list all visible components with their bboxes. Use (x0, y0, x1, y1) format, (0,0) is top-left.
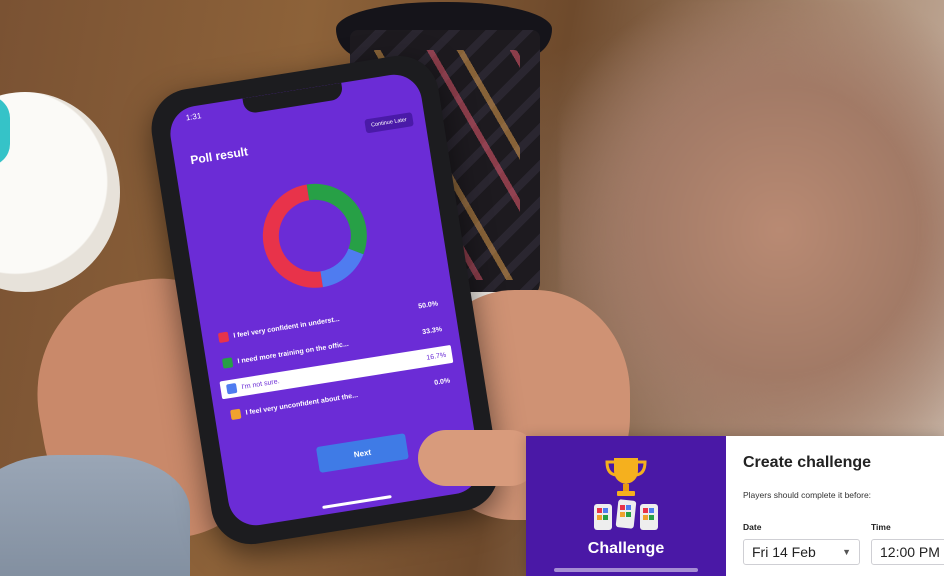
answer-color-icon (221, 357, 234, 369)
donut-slice (262, 184, 323, 288)
answer-percent: 33.3% (421, 325, 443, 336)
time-value: 12:00 PM (880, 544, 940, 560)
page-title: Poll result (189, 144, 249, 168)
answer-color-icon (226, 382, 238, 395)
status-time: 1:31 (185, 111, 202, 123)
challenge-panel-subtext (554, 568, 698, 572)
time-select[interactable]: 12:00 PM (871, 539, 944, 565)
challenge-panel-title: Challenge (587, 540, 665, 557)
challenge-card: Challenge Create challenge Players shoul… (526, 436, 944, 576)
donut-slice (306, 183, 367, 255)
answer-percent: 0.0% (433, 376, 451, 387)
create-challenge-form: Create challenge Players should complete… (726, 436, 944, 576)
date-label: Date (743, 522, 762, 532)
continue-later-button[interactable]: Continue Later (364, 112, 414, 134)
poll-donut-chart (262, 183, 367, 288)
challenge-panel: Challenge (526, 436, 726, 576)
devices-icon (594, 499, 658, 530)
chevron-down-icon: ▼ (842, 547, 851, 557)
time-label: Time (871, 522, 891, 532)
answer-color-icon (217, 331, 230, 344)
form-title: Create challenge (743, 454, 872, 471)
answer-percent: 50.0% (417, 299, 439, 310)
thumb (418, 430, 538, 486)
answer-percent: 16.7% (425, 351, 447, 362)
plate (0, 92, 120, 292)
shirt-sleeve (0, 455, 190, 576)
date-value: Fri 14 Feb (752, 544, 816, 560)
answer-color-icon (230, 408, 242, 421)
form-instruction: Players should complete it before: (743, 490, 872, 500)
trophy-icon (605, 458, 647, 496)
next-button[interactable]: Next (315, 433, 409, 473)
date-select[interactable]: Fri 14 Feb ▼ (743, 539, 860, 565)
